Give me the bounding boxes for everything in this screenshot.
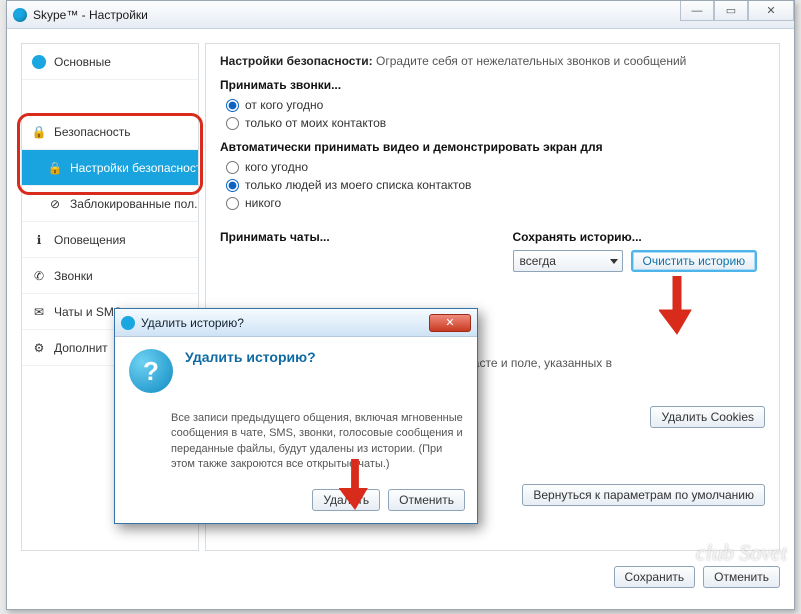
phone-icon: ✆ (32, 269, 46, 283)
radio-input[interactable] (226, 117, 239, 130)
sidebar-item-general[interactable]: Основные (22, 44, 198, 80)
skype-icon (32, 55, 46, 69)
sidebar-item-calls[interactable]: ✆ Звонки (22, 258, 198, 294)
window-title: Skype™ - Настройки (33, 8, 148, 22)
sidebar-item-label: Настройки безопасности (70, 161, 198, 175)
chat-icon: ✉ (32, 305, 46, 319)
section-chats-title: Принимать чаты... (220, 230, 473, 244)
skype-icon (121, 316, 135, 330)
info-icon: ℹ (32, 233, 46, 247)
sidebar-item-security-settings[interactable]: 🔒 Настройки безопасности (22, 150, 198, 186)
radio-input[interactable] (226, 161, 239, 174)
bottom-button-bar: Сохранить Отменить (21, 559, 780, 595)
sidebar-item-label: Основные (54, 55, 111, 69)
calls-anyone-radio[interactable]: от кого угодно (226, 98, 765, 112)
radio-label: только от моих контактов (245, 116, 386, 130)
dialog-heading: Удалить историю? (185, 349, 316, 393)
delete-cookies-button[interactable]: Удалить Cookies (650, 406, 765, 428)
maximize-button[interactable]: ▭ (714, 1, 748, 21)
skype-icon (13, 8, 27, 22)
radio-input[interactable] (226, 179, 239, 192)
window-buttons: — ▭ ✕ (680, 1, 794, 21)
cancel-button[interactable]: Отменить (703, 566, 780, 588)
sidebar-item-label: Заблокированные пол... (70, 197, 198, 211)
section-video-title: Автоматически принимать видео и демонстр… (220, 140, 765, 154)
chevron-down-icon (610, 259, 618, 264)
clear-history-button[interactable]: Очистить историю (631, 250, 758, 272)
save-button[interactable]: Сохранить (614, 566, 696, 588)
dialog-title: Удалить историю? (141, 316, 244, 330)
history-duration-select[interactable]: всегда (513, 250, 623, 272)
dialog-close-button[interactable]: ✕ (429, 314, 471, 332)
section-calls-title: Принимать звонки... (220, 78, 765, 92)
gear-icon: ⚙ (32, 341, 46, 355)
question-icon: ? (129, 349, 173, 393)
calls-contacts-radio[interactable]: только от моих контактов (226, 116, 765, 130)
lock-icon: 🔒 (32, 125, 46, 139)
select-value: всегда (520, 254, 556, 268)
video-anyone-radio[interactable]: кого угодно (226, 160, 765, 174)
block-icon: ⊘ (48, 197, 62, 211)
titlebar[interactable]: Skype™ - Настройки — ▭ ✕ (7, 1, 794, 29)
video-nobody-radio[interactable]: никого (226, 196, 765, 210)
section-history-title: Сохранять историю... (513, 230, 766, 244)
dialog-button-row: Удалить Отменить (115, 481, 477, 523)
reset-defaults-button[interactable]: Вернуться к параметрам по умолчанию (522, 484, 765, 506)
video-contacts-radio[interactable]: только людей из моего списка контактов (226, 178, 765, 192)
dialog-cancel-button[interactable]: Отменить (388, 489, 465, 511)
close-button[interactable]: ✕ (748, 1, 794, 21)
sidebar-item-notifications[interactable]: ℹ Оповещения (22, 222, 198, 258)
radio-input[interactable] (226, 99, 239, 112)
sidebar-item-blocked[interactable]: ⊘ Заблокированные пол... (22, 186, 198, 222)
minimize-button[interactable]: — (680, 1, 714, 21)
radio-input[interactable] (226, 197, 239, 210)
sidebar-item-security[interactable]: 🔒 Безопасность (22, 114, 198, 150)
dialog-body-text: Все записи предыдущего общения, включая … (171, 411, 477, 473)
radio-label: от кого угодно (245, 98, 323, 112)
radio-label: только людей из моего списка контактов (245, 178, 471, 192)
sidebar-item-label: Звонки (54, 269, 93, 283)
radio-label: никого (245, 196, 281, 210)
confirm-delete-history-dialog: Удалить историю? ✕ ? Удалить историю? Вс… (114, 308, 478, 524)
annotation-arrow-2 (339, 459, 371, 511)
sidebar-item-label: Оповещения (54, 233, 126, 247)
panel-header-text: Оградите себя от нежелательных звонков и… (376, 54, 686, 68)
sidebar-item-label: Дополнит (54, 341, 108, 355)
panel-header-strong: Настройки безопасности: (220, 54, 373, 68)
dialog-titlebar[interactable]: Удалить историю? ✕ (115, 309, 477, 337)
radio-label: кого угодно (245, 160, 308, 174)
sidebar-item-label: Чаты и SMS (54, 305, 122, 319)
lock-icon: 🔒 (48, 161, 62, 175)
panel-header: Настройки безопасности: Оградите себя от… (220, 54, 765, 68)
annotation-arrow-1 (659, 276, 695, 336)
sidebar-item-label: Безопасность (54, 125, 131, 139)
